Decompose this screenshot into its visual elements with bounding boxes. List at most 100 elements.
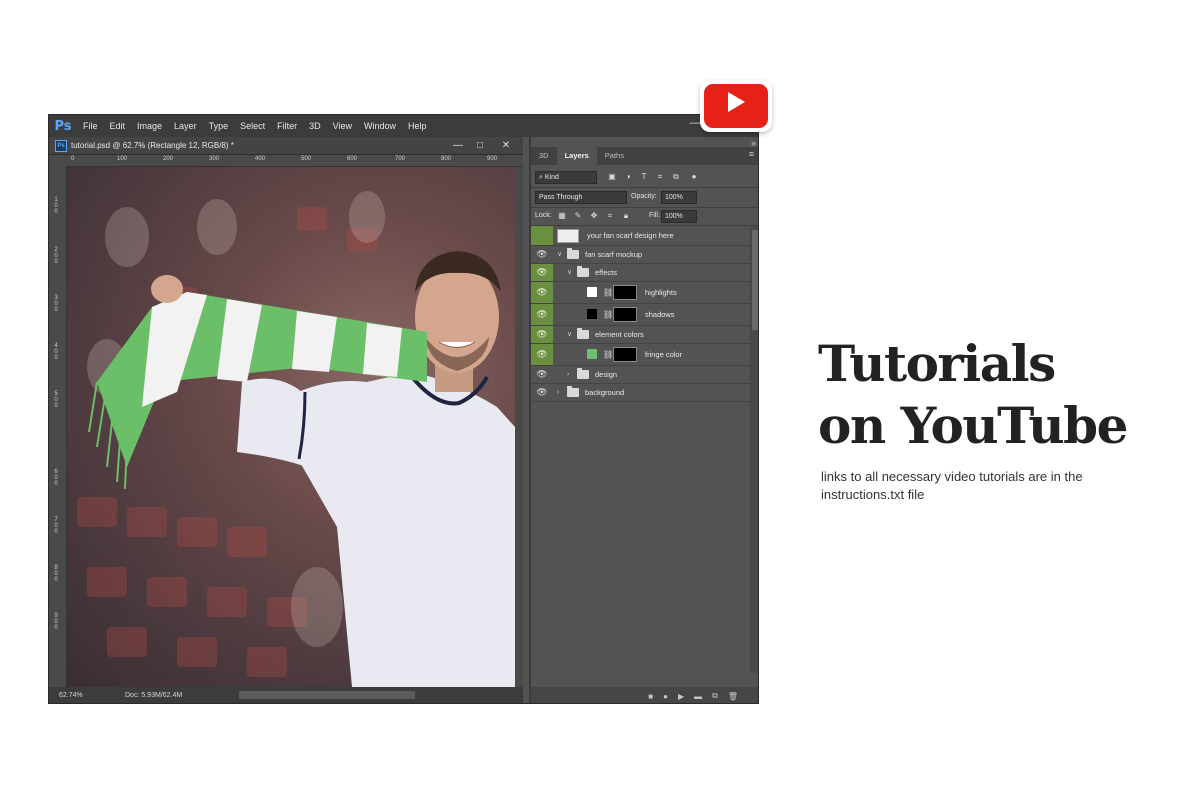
smart-object-filter-icon[interactable]: ⧉	[671, 172, 681, 182]
layer-name[interactable]: fringe color	[645, 344, 682, 365]
lock-transparent-icon[interactable]: ▦	[557, 211, 567, 221]
lock-move-icon[interactable]: ✥	[589, 211, 599, 221]
menu-file[interactable]: File	[77, 121, 104, 131]
menu-window[interactable]: Window	[358, 121, 402, 131]
youtube-badge[interactable]	[700, 80, 772, 132]
chevron-down-icon[interactable]: ∨	[557, 246, 562, 263]
doc-size-info[interactable]: Doc: 5.93M/62.4M	[125, 692, 205, 699]
document-canvas[interactable]	[67, 167, 515, 687]
new-layer-icon[interactable]: ⧉	[712, 691, 718, 701]
adjustment-layer-icon[interactable]: ▶	[678, 692, 684, 701]
tab-layers[interactable]: Layers	[556, 147, 597, 165]
tab-paths[interactable]: Paths	[597, 147, 632, 165]
canvas-horizontal-scrollbar[interactable]	[239, 691, 415, 699]
canvas-vertical-scrollbar[interactable]	[515, 167, 523, 687]
eye-icon[interactable]: 👁︎	[531, 326, 553, 343]
adjustment-filter-icon[interactable]: ◑	[623, 172, 633, 182]
menu-filter[interactable]: Filter	[271, 121, 303, 131]
folder-icon	[577, 266, 589, 277]
lock-artboard-icon[interactable]: ⌗	[605, 211, 615, 221]
delete-layer-icon[interactable]: 🗑︎	[728, 692, 738, 701]
menu-type[interactable]: Type	[203, 121, 235, 131]
blend-mode-select[interactable]: Pass Through	[535, 191, 627, 204]
layer-group-row[interactable]: 👁︎ ∨ effects	[531, 264, 750, 282]
layer-name[interactable]: design	[595, 366, 617, 383]
promo-description: links to all necessary video tutorials a…	[821, 469, 1083, 502]
tab-3d[interactable]: 3D	[531, 147, 557, 165]
menu-select[interactable]: Select	[234, 121, 271, 131]
eye-icon[interactable]: 👁︎	[531, 282, 553, 303]
layer-name[interactable]: your fan scarf design here	[587, 226, 674, 245]
link-icon: ⛓︎	[603, 288, 614, 297]
filter-kind-select[interactable]: ⌕ Kind	[535, 171, 597, 184]
ruler-top-label: 0	[71, 156, 75, 162]
layer-name[interactable]: highlights	[645, 282, 677, 303]
folder-icon	[567, 386, 579, 397]
eye-icon[interactable]: 👁︎	[531, 366, 553, 383]
opacity-field[interactable]: 100%	[661, 191, 697, 204]
photo-fan-with-scarf	[77, 191, 515, 687]
smart-object-thumbnail	[557, 229, 579, 243]
layer-name[interactable]: fan scarf mockup	[585, 246, 642, 263]
link-layers-icon[interactable]: ■	[648, 692, 653, 701]
lock-paint-icon[interactable]: ✎	[573, 211, 583, 221]
lock-label: Lock:	[535, 212, 552, 219]
layer-row[interactable]: 👁︎ ⛓︎ shadows	[531, 304, 750, 326]
link-icon: ⛓︎	[603, 310, 614, 319]
fill-field[interactable]: 100%	[661, 210, 697, 223]
chevron-right-icon[interactable]: ›	[567, 366, 569, 383]
layers-panel: » 3D Layers Paths ≡ ⌕ Kind ▣ ◑ T ⌗ ⧉ ● P…	[529, 137, 758, 703]
ruler-left-label: 400	[54, 343, 58, 361]
eye-icon[interactable]: 👁︎	[531, 344, 553, 365]
layer-name[interactable]: shadows	[645, 304, 675, 325]
layer-row[interactable]: 👁︎ ⛓︎ highlights	[531, 282, 750, 304]
doc-minimize-icon[interactable]: —	[449, 139, 467, 153]
new-group-icon[interactable]: ▬	[694, 692, 702, 701]
chevron-right-icon[interactable]: ›	[557, 384, 559, 401]
image-filter-icon[interactable]: ▣	[607, 172, 617, 182]
chevron-down-icon[interactable]: ∨	[567, 264, 572, 281]
ruler-left[interactable]: 100 200 300 400 500 600 700 800 900	[49, 167, 67, 687]
opacity-label: Opacity:	[631, 193, 657, 200]
eye-icon[interactable]: 👁︎	[531, 264, 553, 281]
ruler-top-label: 300	[209, 156, 220, 162]
layer-group-row[interactable]: 👁︎ › background	[531, 384, 750, 402]
eye-icon[interactable]: 👁︎	[531, 304, 553, 325]
ruler-left-label: 100	[54, 197, 58, 215]
layers-scrollbar-thumb[interactable]	[752, 230, 758, 330]
menu-view[interactable]: View	[327, 121, 358, 131]
layer-name[interactable]: effects	[595, 264, 617, 281]
layers-scrollbar[interactable]	[750, 226, 758, 673]
shape-filter-icon[interactable]: ⌗	[655, 172, 665, 182]
eye-icon[interactable]: 👁︎	[531, 246, 553, 263]
layer-group-row[interactable]: 👁︎ ∨ element colors	[531, 326, 750, 344]
menu-layer[interactable]: Layer	[168, 121, 203, 131]
filter-toggle-icon[interactable]: ●	[689, 172, 699, 182]
zoom-field[interactable]: 62.74%	[49, 692, 89, 699]
doc-maximize-icon[interactable]: □	[471, 139, 489, 153]
ruler-top-label: 900	[487, 156, 498, 162]
eye-icon[interactable]: 👁︎	[531, 384, 553, 401]
layer-row[interactable]: 👁︎ ⛓︎ fringe color	[531, 344, 750, 366]
layer-group-row[interactable]: 👁︎ ∨ fan scarf mockup	[531, 246, 750, 264]
layer-group-row[interactable]: 👁︎ › design	[531, 366, 750, 384]
chevron-down-icon[interactable]: ∨	[567, 326, 572, 343]
doc-close-icon[interactable]: ✕	[497, 139, 515, 153]
layer-name[interactable]: background	[585, 384, 624, 401]
type-filter-icon[interactable]: T	[639, 172, 649, 182]
panel-menu-icon[interactable]: ≡	[749, 149, 754, 159]
layer-name[interactable]: element colors	[595, 326, 644, 343]
ruler-corner	[49, 155, 67, 167]
document-tab-title[interactable]: tutorial.psd @ 62.7% (Rectangle 12, RGB/…	[71, 141, 234, 150]
menu-edit[interactable]: Edit	[104, 121, 132, 131]
ruler-top[interactable]: 0 100 200 300 400 500 600 700 800 900	[67, 155, 523, 167]
menu-help[interactable]: Help	[402, 121, 433, 131]
lock-all-icon[interactable]: 🔒︎	[621, 211, 631, 221]
layer-row[interactable]: your fan scarf design here	[531, 226, 750, 246]
layer-visibility-off[interactable]	[531, 226, 553, 245]
layer-thumbnail	[587, 309, 597, 319]
folder-icon	[577, 328, 589, 339]
menu-3d[interactable]: 3D	[303, 121, 327, 131]
menu-image[interactable]: Image	[131, 121, 168, 131]
layer-style-icon[interactable]: ●	[663, 692, 668, 701]
